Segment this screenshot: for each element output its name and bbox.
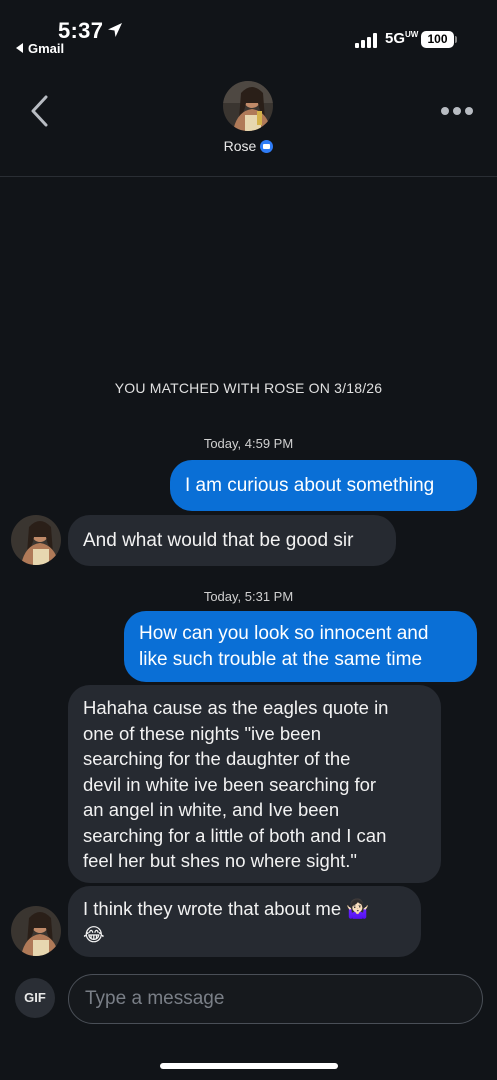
sender-avatar[interactable] bbox=[11, 515, 61, 565]
chat-header: Rose bbox=[0, 60, 497, 177]
message-text: feel her but shes no where sight." bbox=[83, 850, 357, 871]
message-timestamp: Today, 5:31 PM bbox=[203, 589, 294, 604]
message-text: like such trouble at the same time bbox=[139, 648, 423, 670]
profile-avatar[interactable] bbox=[223, 81, 273, 131]
message-text: searching for the daughter of the bbox=[83, 748, 351, 769]
message-bubble-outgoing[interactable]: I am curious about something bbox=[170, 460, 477, 511]
profile-name[interactable]: Rose bbox=[0, 138, 497, 154]
message-text: devil in white ive been searching for bbox=[83, 773, 377, 795]
message-bubble-incoming[interactable]: I think they wrote that about me 🤷🏻‍♀️ 😂 bbox=[68, 886, 421, 957]
message-text: I think they wrote that about me 🤷🏻‍♀️ bbox=[83, 898, 370, 919]
message-bubble-outgoing[interactable]: How can you look so innocent and like su… bbox=[124, 611, 477, 682]
back-triangle-icon bbox=[16, 43, 23, 53]
back-to-app-link[interactable]: Gmail bbox=[16, 41, 64, 56]
battery-icon: 100 bbox=[421, 31, 454, 48]
message-bubble-incoming[interactable]: Hahaha cause as the eagles quote in one … bbox=[68, 685, 441, 883]
status-bar: 5:37 Gmail 5GUW 100 bbox=[0, 0, 497, 60]
message-text: an angel in white, and Ive been bbox=[83, 799, 340, 820]
location-arrow-icon bbox=[108, 23, 122, 37]
message-text: How can you look so innocent and bbox=[139, 623, 429, 644]
more-options-button[interactable] bbox=[441, 107, 473, 117]
battery-tip bbox=[455, 36, 457, 43]
message-text: I am curious about something bbox=[185, 475, 435, 496]
network-indicator: 5GUW bbox=[385, 30, 419, 47]
home-indicator[interactable] bbox=[160, 1063, 338, 1069]
signal-icon bbox=[355, 32, 379, 48]
verified-badge-icon bbox=[260, 140, 274, 153]
chevron-left-icon[interactable] bbox=[28, 94, 52, 128]
back-app-label: Gmail bbox=[28, 41, 65, 56]
status-time: 5:37 bbox=[58, 18, 104, 43]
gif-button[interactable]: GIF bbox=[15, 978, 55, 1018]
message-timestamp: Today, 4:59 PM bbox=[203, 436, 294, 451]
message-text: 😂 bbox=[83, 923, 105, 945]
message-input[interactable] bbox=[68, 974, 483, 1024]
message-text: And what would that be good sir bbox=[83, 530, 354, 551]
message-bubble-incoming[interactable]: And what would that be good sir bbox=[68, 515, 396, 566]
message-text: one of these nights "ive been bbox=[83, 722, 321, 744]
message-text: Hahaha cause as the eagles quote in bbox=[83, 697, 389, 718]
match-notice: YOU MATCHED WITH ROSE ON 3/18/26 bbox=[114, 380, 383, 396]
sender-avatar[interactable] bbox=[11, 906, 61, 956]
message-text: searching for a little of both and I can bbox=[83, 824, 387, 846]
